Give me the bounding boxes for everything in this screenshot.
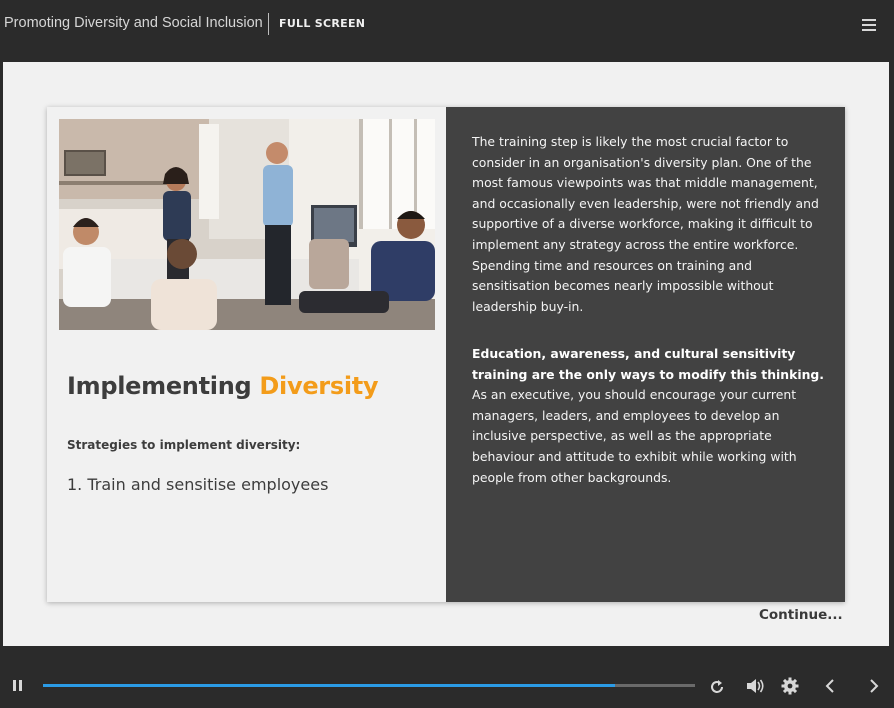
previous-chevron-icon[interactable] — [822, 677, 838, 695]
strategies-label: Strategies to implement diversity: — [67, 438, 301, 452]
replay-icon[interactable] — [708, 678, 726, 696]
paragraph-2: Education, awareness, and cultural sensi… — [472, 344, 824, 488]
strategy-item: 1. Train and sensitise employees — [67, 475, 329, 494]
paragraph-1: The training step is likely the most cru… — [472, 134, 819, 314]
paragraph-2-text: As an executive, you should encourage yo… — [472, 387, 797, 485]
title-divider — [268, 13, 269, 35]
next-chevron-icon[interactable] — [866, 677, 882, 695]
progress-fill — [43, 684, 615, 687]
heading-main-text: Implementing — [67, 372, 260, 400]
hamburger-menu-icon[interactable] — [858, 14, 880, 36]
settings-gear-icon[interactable] — [781, 677, 799, 695]
fullscreen-button[interactable]: FULL SCREEN — [279, 17, 365, 30]
progress-bar[interactable] — [43, 684, 695, 687]
team-meeting-image — [59, 119, 435, 330]
pause-icon[interactable] — [11, 678, 25, 694]
top-bar: Promoting Diversity and Social Inclusion… — [0, 0, 894, 50]
content-card: Implementing Diversity Strategies to imp… — [47, 107, 845, 602]
paragraph-2-bold: Education, awareness, and cultural sensi… — [472, 346, 824, 382]
right-panel: The training step is likely the most cru… — [446, 107, 845, 602]
volume-icon[interactable] — [745, 677, 765, 695]
heading-accent-text: Diversity — [259, 372, 379, 400]
player-control-bar — [0, 664, 894, 708]
course-title: Promoting Diversity and Social Inclusion — [4, 15, 263, 31]
left-panel: Implementing Diversity Strategies to imp… — [47, 107, 446, 602]
slide-heading: Implementing Diversity — [67, 372, 379, 400]
slide-stage: Implementing Diversity Strategies to imp… — [3, 62, 889, 646]
continue-button[interactable]: Continue... — [759, 607, 843, 623]
